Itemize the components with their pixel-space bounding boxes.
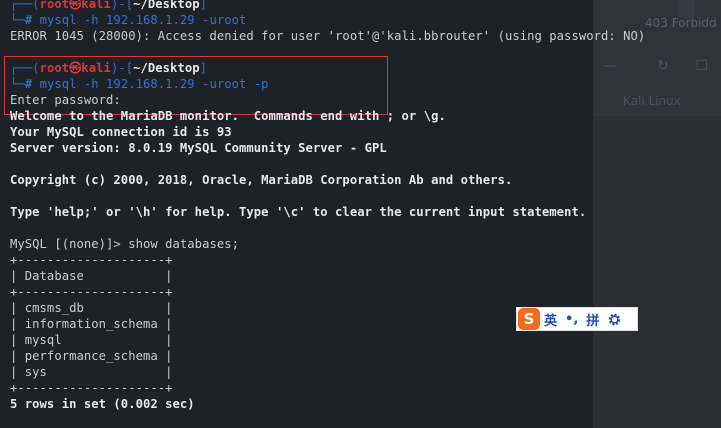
welcome-line: Welcome to the MariaDB monitor. Commands…	[10, 109, 446, 123]
prompt-line-1: ┌──(root㉿kali)-[~/Desktop]	[10, 0, 207, 12]
command-text-2: mysql -h 192.168.1.29 -uroot -p	[39, 77, 269, 91]
table-row: | mysql |	[10, 333, 173, 347]
error-line: ERROR 1045 (28000): Access denied for us…	[10, 29, 646, 43]
table-row: | sys |	[10, 365, 173, 379]
query-line: MySQL [(none)]> show databases;	[10, 237, 240, 251]
command-line-2: └─# mysql -h 192.168.1.29 -uroot -p	[10, 77, 269, 91]
table-row: | information_schema |	[10, 317, 173, 331]
table-border-mid: +--------------------+	[10, 285, 173, 299]
table-border-bottom: +--------------------+	[10, 381, 173, 395]
connection-id-line: Your MySQL connection id is 93	[10, 125, 232, 139]
prompt-line-2: ┌──(root㉿kali)-[~/Desktop]	[10, 61, 207, 75]
prompt-host: kali	[81, 0, 111, 11]
prompt-cwd: ~/Desktop	[133, 0, 200, 11]
help-line: Type 'help;' or '\h' for help. Type '\c'…	[10, 205, 587, 219]
terminal-output[interactable]: ┌──(root㉿kali)-[~/Desktop] └─# mysql -h …	[0, 0, 721, 428]
table-row: | cmsms_db |	[10, 301, 173, 315]
prompt-user: root	[39, 0, 70, 11]
command-line-1: └─# mysql -h 192.168.1.29 -uroot	[10, 13, 247, 27]
result-summary-line: 5 rows in set (0.002 sec)	[10, 397, 195, 411]
table-header: | Database |	[10, 269, 173, 283]
ime-toolbar[interactable]: S 英 •, 拼	[516, 307, 638, 331]
table-border-top: +--------------------+	[10, 253, 173, 267]
ime-input-mode[interactable]: 拼	[586, 310, 599, 329]
server-version-line: Server version: 8.0.19 MySQL Community S…	[10, 141, 387, 155]
sogou-logo-icon[interactable]: S	[518, 308, 540, 330]
gear-icon[interactable]	[607, 312, 622, 327]
table-row: | performance_schema |	[10, 349, 173, 363]
prompt-at-symbol: ㉿	[69, 0, 82, 11]
copyright-line: Copyright (c) 2000, 2018, Oracle, MariaD…	[10, 173, 513, 187]
ime-language-toggle[interactable]: 英	[544, 310, 557, 329]
ime-punctuation-toggle[interactable]: •,	[565, 312, 578, 327]
enter-password-line: Enter password:	[10, 93, 121, 107]
command-text-1: mysql -h 192.168.1.29 -uroot	[39, 13, 247, 27]
